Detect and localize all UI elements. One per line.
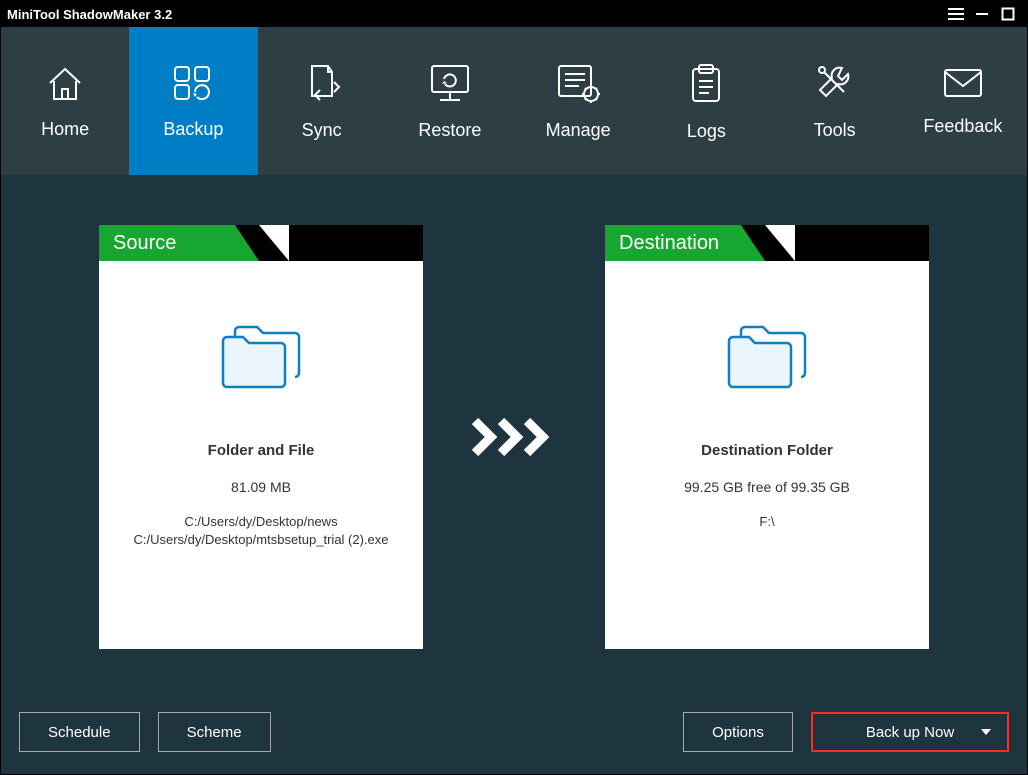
destination-header-label: Destination bbox=[605, 225, 765, 261]
nav-home[interactable]: Home bbox=[1, 27, 129, 175]
app-window: MiniTool ShadowMaker 3.2 Home Backup Syn… bbox=[0, 0, 1028, 775]
nav-tools[interactable]: Tools bbox=[771, 27, 899, 175]
app-title: MiniTool ShadowMaker 3.2 bbox=[7, 7, 172, 22]
source-size: 81.09 MB bbox=[231, 479, 291, 495]
nav-restore[interactable]: Restore bbox=[386, 27, 514, 175]
destination-title: Destination Folder bbox=[701, 442, 833, 459]
nav-logs[interactable]: Logs bbox=[642, 27, 770, 175]
navbar: Home Backup Sync Restore Manage Logs Too… bbox=[1, 27, 1027, 175]
bottom-bar: Schedule Scheme Options Back up Now bbox=[1, 690, 1027, 774]
nav-label: Manage bbox=[546, 120, 611, 141]
folder-icon bbox=[721, 317, 813, 398]
nav-label: Restore bbox=[418, 120, 481, 141]
source-header: Source bbox=[99, 225, 423, 261]
destination-path: F:\ bbox=[759, 513, 774, 531]
nav-label: Sync bbox=[302, 120, 342, 141]
nav-label: Tools bbox=[814, 120, 856, 141]
content-area: Source Folder and File 81.09 MB C:/Users… bbox=[1, 175, 1027, 690]
source-paths: C:/Users/dy/Desktop/news C:/Users/dy/Des… bbox=[133, 513, 388, 548]
nav-label: Backup bbox=[163, 119, 223, 140]
source-panel[interactable]: Source Folder and File 81.09 MB C:/Users… bbox=[99, 225, 423, 649]
destination-panel[interactable]: Destination Destination Folder 99.25 GB … bbox=[605, 225, 929, 649]
nav-sync[interactable]: Sync bbox=[258, 27, 386, 175]
menu-icon[interactable] bbox=[943, 1, 969, 27]
maximize-icon[interactable] bbox=[995, 1, 1021, 27]
backup-now-button[interactable]: Back up Now bbox=[811, 712, 1009, 752]
arrow-icon bbox=[471, 417, 557, 457]
destination-header: Destination bbox=[605, 225, 929, 261]
source-header-label: Source bbox=[99, 225, 259, 261]
nav-manage[interactable]: Manage bbox=[514, 27, 642, 175]
scheme-button[interactable]: Scheme bbox=[158, 712, 271, 752]
nav-backup[interactable]: Backup bbox=[129, 27, 257, 175]
nav-feedback[interactable]: Feedback bbox=[899, 27, 1027, 175]
source-path-1: C:/Users/dy/Desktop/news bbox=[133, 513, 388, 531]
destination-free: 99.25 GB free of 99.35 GB bbox=[684, 479, 850, 495]
nav-label: Home bbox=[41, 119, 89, 140]
minimize-icon[interactable] bbox=[969, 1, 995, 27]
options-button[interactable]: Options bbox=[683, 712, 793, 752]
caret-down-icon bbox=[981, 729, 991, 735]
source-title: Folder and File bbox=[208, 442, 315, 459]
source-path-2: C:/Users/dy/Desktop/mtsbsetup_trial (2).… bbox=[133, 531, 388, 549]
nav-label: Logs bbox=[687, 121, 726, 142]
titlebar: MiniTool ShadowMaker 3.2 bbox=[1, 1, 1027, 27]
schedule-button[interactable]: Schedule bbox=[19, 712, 140, 752]
folder-icon bbox=[215, 317, 307, 398]
nav-label: Feedback bbox=[923, 116, 1002, 137]
